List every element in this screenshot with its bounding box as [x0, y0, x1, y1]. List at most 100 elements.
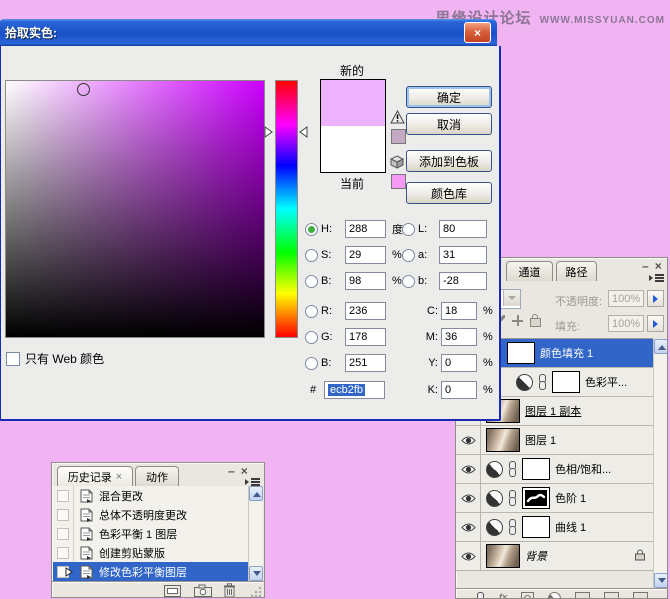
field-brightness-input[interactable]: 98: [345, 272, 386, 290]
dialog-close-button[interactable]: ×: [464, 22, 491, 43]
color-libraries-button[interactable]: 颜色库: [406, 182, 492, 204]
radio-brightness[interactable]: [305, 275, 318, 288]
layer-label[interactable]: 色彩平...: [585, 374, 627, 390]
field-c-input[interactable]: 18: [441, 302, 477, 320]
opacity-value[interactable]: 100%: [608, 290, 644, 307]
visibility-cell[interactable]: [456, 455, 481, 483]
history-source-cell[interactable]: [53, 543, 74, 562]
scroll-down-icon[interactable]: [654, 573, 668, 588]
visibility-cell[interactable]: [456, 542, 481, 570]
fill-slider-arrow-icon[interactable]: [647, 315, 664, 332]
layer-row-hue-saturation[interactable]: 色相/饱和...: [456, 455, 653, 484]
radio-a[interactable]: [402, 249, 415, 262]
dialog-titlebar[interactable]: 拾取实色: ×: [0, 19, 497, 46]
color-field[interactable]: [5, 80, 265, 338]
web-safe-swatch[interactable]: [391, 174, 406, 189]
color-field-marker[interactable]: [77, 83, 90, 96]
radio-s[interactable]: [305, 249, 318, 262]
layer-label[interactable]: 色阶 1: [555, 490, 586, 506]
layer-thumbnail[interactable]: [486, 428, 520, 452]
panel-close-icon[interactable]: ×: [655, 261, 662, 271]
layer-label[interactable]: 曲线 1: [555, 519, 586, 535]
field-g-input[interactable]: 178: [345, 328, 386, 346]
adjustment-layer-icon[interactable]: [486, 490, 503, 507]
tab-actions[interactable]: 动作: [135, 466, 179, 486]
radio-b[interactable]: [305, 357, 318, 370]
layer-label[interactable]: 颜色填充 1: [540, 345, 593, 361]
layer-label[interactable]: 背景: [525, 548, 547, 564]
panel-minimize-icon[interactable]: –: [642, 261, 649, 271]
field-k-input[interactable]: 0: [441, 381, 477, 399]
radio-lab-b[interactable]: [402, 275, 415, 288]
lock-all-icon[interactable]: [530, 318, 541, 327]
adjustment-layer-icon[interactable]: [486, 519, 503, 536]
field-r-input[interactable]: 236: [345, 302, 386, 320]
ok-button[interactable]: 确定: [406, 86, 492, 108]
layer-thumbnail[interactable]: [486, 544, 520, 568]
layer-mask-thumbnail[interactable]: [522, 458, 550, 480]
layer-label[interactable]: 色相/饱和...: [555, 461, 611, 477]
field-lab-b-input[interactable]: -28: [439, 272, 487, 290]
add-mask-icon[interactable]: [521, 592, 534, 599]
layer-label[interactable]: 图层 1: [525, 432, 556, 448]
new-layer-icon[interactable]: [604, 592, 619, 599]
new-snapshot-camera-icon[interactable]: [194, 584, 212, 597]
layer-mask-thumbnail[interactable]: [507, 342, 535, 364]
web-only-checkbox[interactable]: [6, 352, 20, 366]
link-layers-icon[interactable]: [476, 592, 485, 599]
lock-move-icon[interactable]: [512, 315, 523, 326]
new-document-from-state-icon[interactable]: [164, 585, 181, 597]
hue-slider-right-arrow-icon[interactable]: [299, 126, 308, 138]
new-group-icon[interactable]: [575, 592, 590, 599]
radio-h[interactable]: [305, 223, 318, 236]
field-y-input[interactable]: 0: [441, 354, 477, 372]
visibility-cell[interactable]: [456, 513, 481, 541]
layer-style-fx-icon[interactable]: fx: [499, 592, 507, 599]
history-source-cell[interactable]: [53, 505, 74, 524]
field-b-input[interactable]: 251: [345, 354, 386, 372]
history-scrollbar[interactable]: [248, 486, 263, 581]
delete-trash-icon[interactable]: [223, 583, 236, 598]
history-source-cell[interactable]: [53, 524, 74, 543]
web-safe-cube-icon[interactable]: [390, 155, 404, 169]
gamut-swatch[interactable]: [391, 129, 406, 144]
tab-channels[interactable]: 通道: [506, 261, 553, 281]
field-l-input[interactable]: 80: [439, 220, 487, 238]
gamut-warning-icon[interactable]: [390, 110, 405, 124]
scroll-down-icon[interactable]: [249, 566, 263, 581]
history-item[interactable]: 总体不透明度更改: [53, 505, 248, 524]
radio-g[interactable]: [305, 331, 318, 344]
layer-label[interactable]: 图层 1 副本: [525, 403, 581, 419]
layer-row-curves-1[interactable]: 曲线 1: [456, 513, 653, 542]
radio-l[interactable]: [402, 223, 415, 236]
layers-scrollbar[interactable]: [653, 339, 668, 588]
tab-history[interactable]: 历史记录 ×: [57, 466, 133, 486]
panel-resize-grip[interactable]: [250, 586, 262, 598]
visibility-cell[interactable]: [456, 426, 481, 454]
layer-row-levels-1[interactable]: 色阶 1: [456, 484, 653, 513]
panel-close-icon[interactable]: ×: [241, 466, 248, 476]
delete-layer-icon[interactable]: [633, 592, 648, 599]
tab-close-icon[interactable]: ×: [116, 471, 122, 483]
panel-menu-icon[interactable]: [649, 272, 665, 283]
layer-mask-thumbnail[interactable]: [522, 487, 550, 509]
visibility-cell[interactable]: [456, 484, 481, 512]
scroll-up-icon[interactable]: [249, 486, 263, 501]
adjustment-layer-icon[interactable]: [516, 374, 533, 391]
layer-row-background[interactable]: 背景: [456, 542, 653, 571]
layer-mask-thumbnail[interactable]: [522, 516, 550, 538]
scroll-up-icon[interactable]: [654, 339, 668, 354]
opacity-slider-arrow-icon[interactable]: [647, 290, 664, 307]
history-item[interactable]: 色彩平衡 1 图层: [53, 524, 248, 543]
cancel-button[interactable]: 取消: [406, 113, 492, 135]
hue-slider-left-arrow-icon[interactable]: [264, 126, 273, 138]
layer-row-layer-1[interactable]: 图层 1: [456, 426, 653, 455]
panel-minimize-icon[interactable]: –: [228, 466, 235, 476]
adjustment-layer-icon[interactable]: [486, 461, 503, 478]
field-h-input[interactable]: 288: [345, 220, 386, 238]
add-to-swatches-button[interactable]: 添加到色板: [406, 150, 492, 172]
tab-paths[interactable]: 路径: [556, 261, 597, 281]
field-m-input[interactable]: 36: [441, 328, 477, 346]
hex-input[interactable]: ecb2fb: [324, 381, 385, 399]
field-s-input[interactable]: 29: [345, 246, 386, 264]
